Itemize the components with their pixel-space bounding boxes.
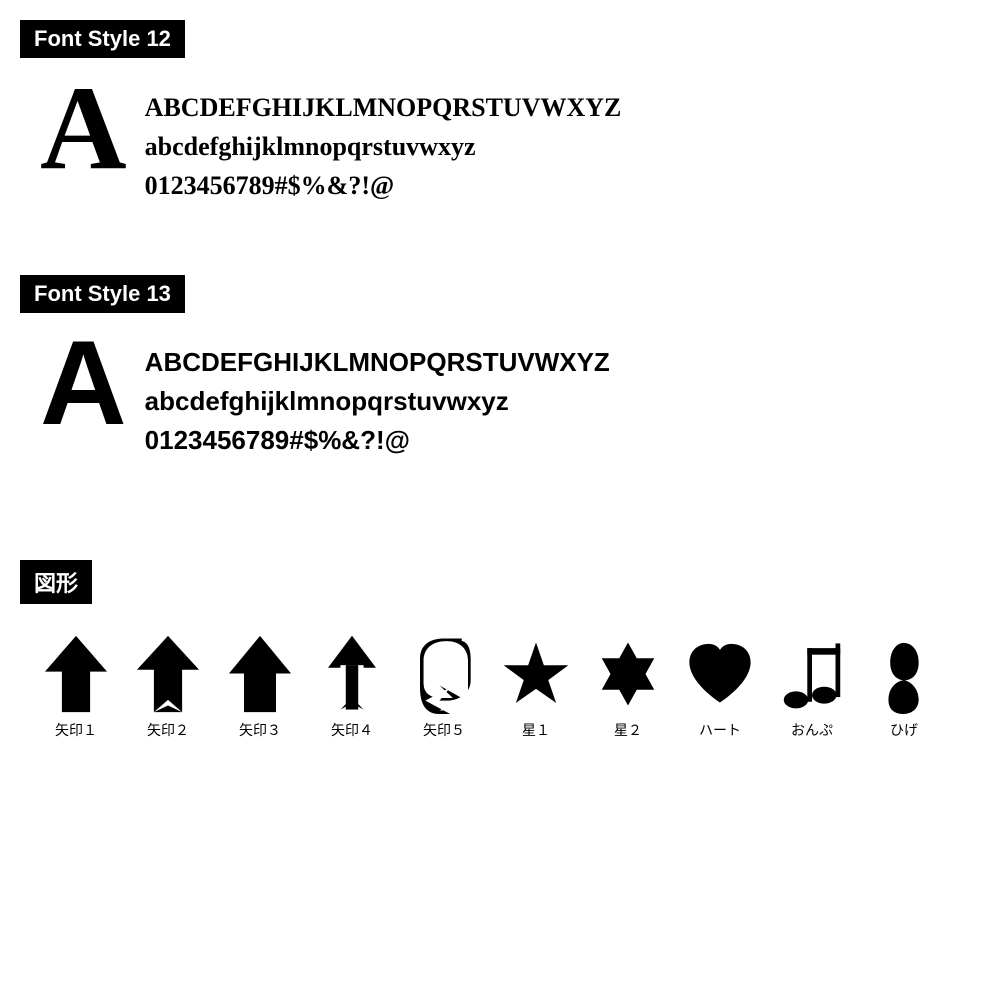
yajirushi1-icon bbox=[41, 634, 111, 714]
font-style-12-section: Font Style 12 A ABCDEFGHIJKLMNOPQRSTUVWX… bbox=[20, 20, 980, 225]
heart-label: ハート bbox=[699, 720, 741, 740]
hoshi1-label: 星１ bbox=[522, 720, 550, 740]
yajirushi1-label: 矢印１ bbox=[55, 720, 97, 740]
yajirushi5-icon bbox=[409, 634, 479, 714]
font-style-13-header: Font Style 13 bbox=[20, 275, 185, 313]
yajirushi3-label: 矢印３ bbox=[239, 720, 281, 740]
font-12-numbers: 0123456789#$%&?!@ bbox=[145, 166, 622, 205]
shape-onpu: おんぷ bbox=[766, 634, 858, 740]
font-12-chars: ABCDEFGHIJKLMNOPQRSTUVWXYZ abcdefghijklm… bbox=[145, 78, 622, 205]
hoshi1-icon bbox=[501, 634, 571, 714]
yajirushi2-label: 矢印２ bbox=[147, 720, 189, 740]
onpu-icon bbox=[777, 634, 847, 714]
yajirushi5-label: 矢印５ bbox=[423, 720, 465, 740]
yajirushi4-icon bbox=[317, 634, 387, 714]
font-style-13-demo: A ABCDEFGHIJKLMNOPQRSTUVWXYZ abcdefghijk… bbox=[20, 323, 980, 480]
hige-icon bbox=[869, 634, 939, 714]
font-style-12-demo: A ABCDEFGHIJKLMNOPQRSTUVWXYZ abcdefghijk… bbox=[20, 68, 980, 225]
shape-yajirushi1: 矢印１ bbox=[30, 634, 122, 740]
font-style-13-section: Font Style 13 A ABCDEFGHIJKLMNOPQRSTUVWX… bbox=[20, 275, 980, 480]
shape-hoshi1: 星１ bbox=[490, 634, 582, 740]
font-13-chars: ABCDEFGHIJKLMNOPQRSTUVWXYZ abcdefghijklm… bbox=[145, 333, 610, 460]
shape-yajirushi2: 矢印２ bbox=[122, 634, 214, 740]
shapes-header: 図形 bbox=[20, 560, 92, 604]
font-style-12-header: Font Style 12 bbox=[20, 20, 185, 58]
shape-hige: ひげ bbox=[858, 634, 950, 740]
font-12-big-letter: A bbox=[40, 68, 127, 188]
shape-yajirushi3: 矢印３ bbox=[214, 634, 306, 740]
font-12-lowercase: abcdefghijklmnopqrstuvwxyz bbox=[145, 127, 622, 166]
yajirushi3-icon bbox=[225, 634, 295, 714]
onpu-label: おんぷ bbox=[791, 720, 833, 740]
yajirushi4-label: 矢印４ bbox=[331, 720, 373, 740]
shapes-grid: 矢印１ 矢印２ 矢印３ bbox=[20, 614, 980, 750]
shape-yajirushi5: 矢印５ bbox=[398, 634, 490, 740]
font-13-lowercase: abcdefghijklmnopqrstuvwxyz bbox=[145, 382, 610, 421]
shapes-section: 図形 矢印１ 矢印２ bbox=[20, 560, 980, 750]
yajirushi2-icon bbox=[133, 634, 203, 714]
hoshi2-label: 星２ bbox=[614, 720, 642, 740]
shape-heart: ハート bbox=[674, 634, 766, 740]
shape-hoshi2: 星２ bbox=[582, 634, 674, 740]
hoshi2-icon bbox=[593, 634, 663, 714]
hige-label: ひげ bbox=[890, 720, 918, 740]
shape-yajirushi4: 矢印４ bbox=[306, 634, 398, 740]
font-13-numbers: 0123456789#$%&?!@ bbox=[145, 421, 610, 460]
font-12-uppercase: ABCDEFGHIJKLMNOPQRSTUVWXYZ bbox=[145, 88, 622, 127]
font-13-big-letter: A bbox=[40, 323, 127, 443]
page: Font Style 12 A ABCDEFGHIJKLMNOPQRSTUVWX… bbox=[0, 0, 1000, 770]
heart-icon bbox=[685, 634, 755, 714]
font-13-uppercase: ABCDEFGHIJKLMNOPQRSTUVWXYZ bbox=[145, 343, 610, 382]
